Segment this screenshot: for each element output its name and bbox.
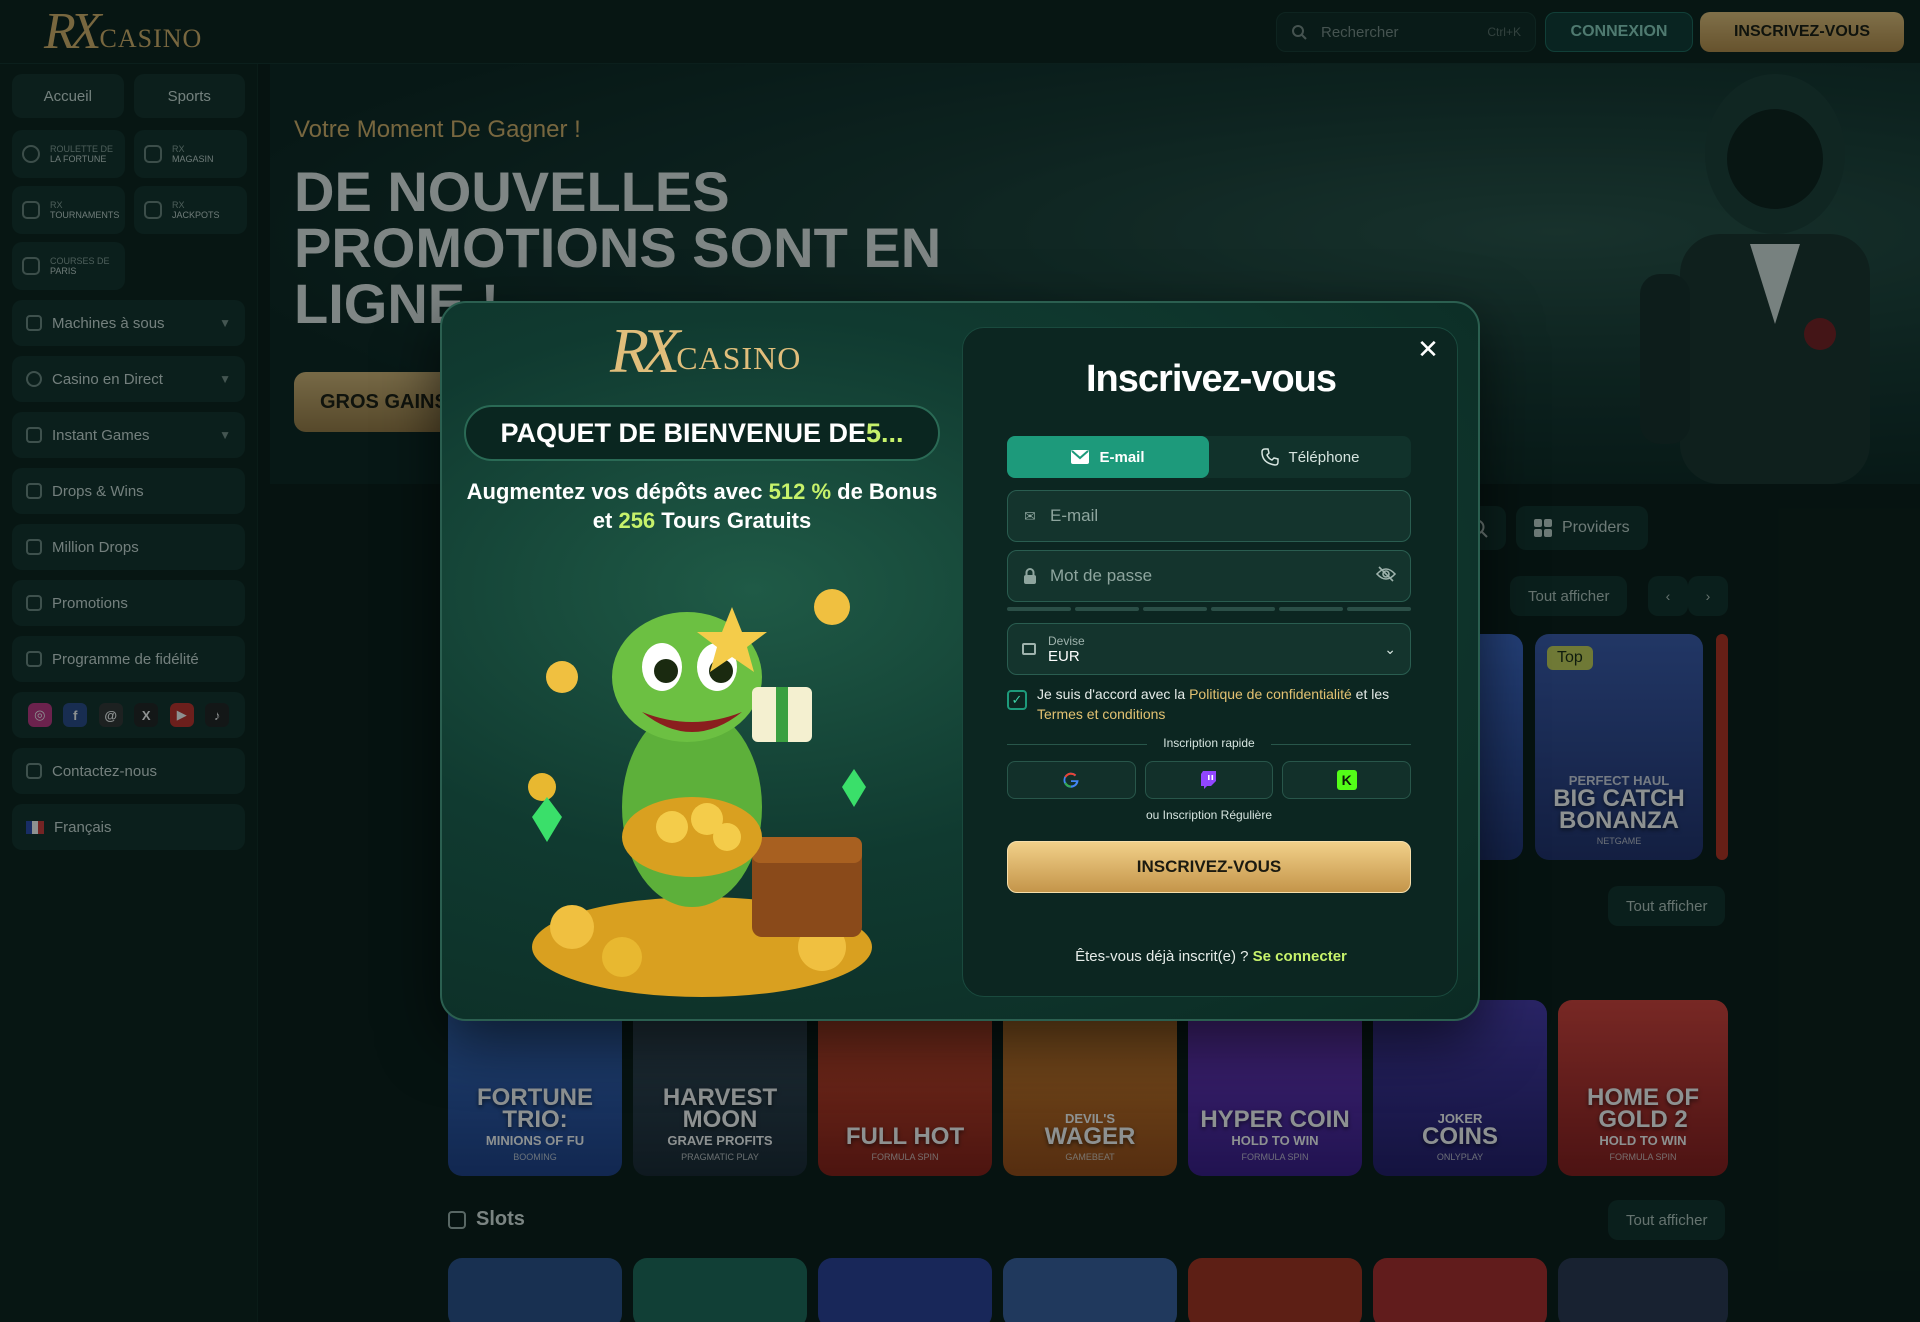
tab-email[interactable]: E-mail <box>1007 436 1209 478</box>
terms-agreement: ✓ Je suis d'accord avec la Politique de … <box>1007 684 1411 724</box>
currency-select[interactable]: Devise EUR ⌄ <box>1007 623 1411 675</box>
privacy-policy-link[interactable]: Politique de confidentialité <box>1189 686 1352 702</box>
quick-signup-label: Inscription rapide <box>1007 736 1411 750</box>
signup-form-panel: ✕ Inscrivez-vous E-mail Téléphone ✉ E-ma… <box>962 327 1458 997</box>
welcome-package-banner: PAQUET DE BIENVENUE DE 5... <box>464 405 940 461</box>
eye-off-icon[interactable] <box>1375 565 1397 587</box>
signup-modal: RX CASINO PAQUET DE BIENVENUE DE 5... Au… <box>440 301 1480 1021</box>
email-field[interactable]: ✉ E-mail <box>1007 490 1411 542</box>
envelope-icon <box>1071 450 1090 464</box>
promo-text: Augmentez vos dépôts avec 512 % de Bonus… <box>466 479 938 533</box>
wallet-icon <box>1022 643 1036 655</box>
lock-icon <box>1022 568 1038 584</box>
google-signup-button[interactable] <box>1007 761 1136 799</box>
twitch-icon <box>1201 771 1216 789</box>
modal-logo: RX CASINO <box>610 315 802 386</box>
kick-icon: K <box>1336 770 1357 790</box>
signup-method-tabs: E-mail Téléphone <box>1007 436 1411 478</box>
password-placeholder: Mot de passe <box>1050 566 1153 585</box>
email-placeholder: E-mail <box>1050 506 1099 525</box>
terms-checkbox[interactable]: ✓ <box>1007 690 1027 710</box>
terms-link[interactable]: Termes et conditions <box>1037 706 1165 722</box>
password-strength-meter <box>1007 607 1411 611</box>
tab-phone[interactable]: Téléphone <box>1209 436 1411 478</box>
quick-signup-providers: K <box>1007 761 1412 799</box>
password-field[interactable]: Mot de passe <box>1007 550 1411 602</box>
envelope-icon: ✉ <box>1024 507 1036 524</box>
dinosaur-mascot-illustration <box>528 589 872 997</box>
chevron-down-icon: ⌄ <box>1384 640 1396 657</box>
signup-submit-button[interactable]: INSCRIVEZ-VOUS <box>1007 841 1411 893</box>
google-icon <box>1063 772 1079 788</box>
kick-signup-button[interactable]: K <box>1282 761 1412 799</box>
already-registered: Êtes-vous déjà inscrit(e) ? Se connecter <box>1075 948 1347 965</box>
login-link[interactable]: Se connecter <box>1253 948 1347 965</box>
phone-icon <box>1260 448 1279 466</box>
twitch-signup-button[interactable] <box>1144 761 1274 799</box>
signup-title: Inscrivez-vous <box>1086 358 1337 400</box>
regular-signup-label: ou Inscription Régulière <box>1145 808 1273 822</box>
